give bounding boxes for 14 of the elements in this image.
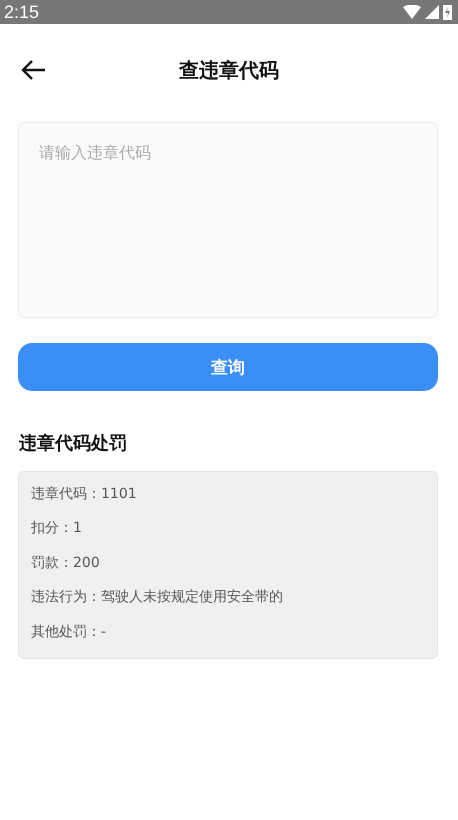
result-text: 罚款：200 — [31, 554, 100, 573]
result-text: 扣分：1 — [31, 519, 82, 538]
battery-icon — [443, 4, 452, 20]
result-text: 违章代码：1101 — [31, 485, 137, 504]
status-time: 2:15 — [4, 2, 40, 22]
result-text: 违法行为：驾驶人未按规定使用安全带的 — [31, 588, 283, 608]
result-text: 其他处罚：- — [31, 622, 106, 642]
section-title: 违章代码处罚 — [19, 433, 127, 454]
code-input-field[interactable]: 请输入违章代码 — [18, 122, 438, 318]
signal-icon — [425, 5, 439, 19]
wifi-icon — [403, 5, 421, 19]
query-button[interactable]: 查询 — [18, 343, 438, 391]
page-title: 查违章代码 — [179, 57, 279, 84]
back-icon[interactable] — [20, 59, 46, 81]
